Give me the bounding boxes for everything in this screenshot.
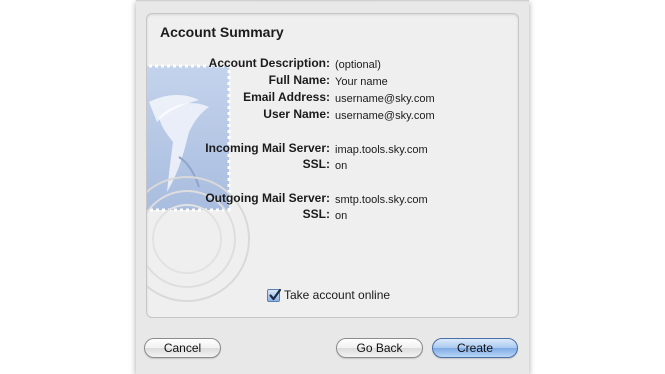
field-label: Full Name: bbox=[268, 73, 330, 87]
field-row: Account Description: (optional) bbox=[147, 56, 518, 73]
take-online-option[interactable]: Take account online bbox=[267, 287, 390, 303]
take-online-label[interactable]: Take account online bbox=[284, 288, 390, 302]
field-label: Incoming Mail Server: bbox=[205, 141, 330, 155]
summary-panel: Account Summary Account Description: (op… bbox=[146, 13, 519, 318]
field-label: SSL: bbox=[302, 207, 330, 221]
cancel-button[interactable]: Cancel bbox=[144, 338, 221, 358]
field-value: on bbox=[335, 210, 348, 222]
field-row: SSL: on bbox=[147, 157, 518, 174]
field-value: username@sky.com bbox=[335, 93, 435, 105]
field-label: Outgoing Mail Server: bbox=[205, 191, 330, 205]
field-row: Full Name: Your name bbox=[147, 73, 518, 90]
sheet-top-edge bbox=[136, 0, 529, 2]
field-label: SSL: bbox=[302, 157, 330, 171]
go-back-button[interactable]: Go Back bbox=[336, 338, 423, 358]
checkmark-icon bbox=[269, 288, 282, 300]
field-value: Your name bbox=[335, 76, 388, 88]
field-label: Email Address: bbox=[243, 90, 330, 104]
field-row: User Name: username@sky.com bbox=[147, 107, 518, 124]
create-button[interactable]: Create bbox=[432, 338, 518, 358]
setup-sheet: Account Summary Account Description: (op… bbox=[136, 0, 529, 374]
field-value: on bbox=[335, 160, 348, 172]
take-online-checkbox[interactable] bbox=[267, 288, 282, 302]
field-row: Outgoing Mail Server: smtp.tools.sky.com bbox=[147, 191, 518, 208]
field-label: Account Description: bbox=[208, 56, 330, 70]
field-row: Email Address: username@sky.com bbox=[147, 90, 518, 107]
panel-title: Account Summary bbox=[160, 24, 284, 40]
field-row: SSL: on bbox=[147, 207, 518, 224]
field-value: imap.tools.sky.com bbox=[335, 144, 428, 156]
postmark-icon bbox=[147, 176, 250, 302]
field-value: smtp.tools.sky.com bbox=[335, 194, 428, 206]
field-value: username@sky.com bbox=[335, 110, 435, 122]
field-label: User Name: bbox=[263, 107, 330, 121]
field-row: Incoming Mail Server: imap.tools.sky.com bbox=[147, 141, 518, 158]
field-value: (optional) bbox=[335, 59, 381, 71]
